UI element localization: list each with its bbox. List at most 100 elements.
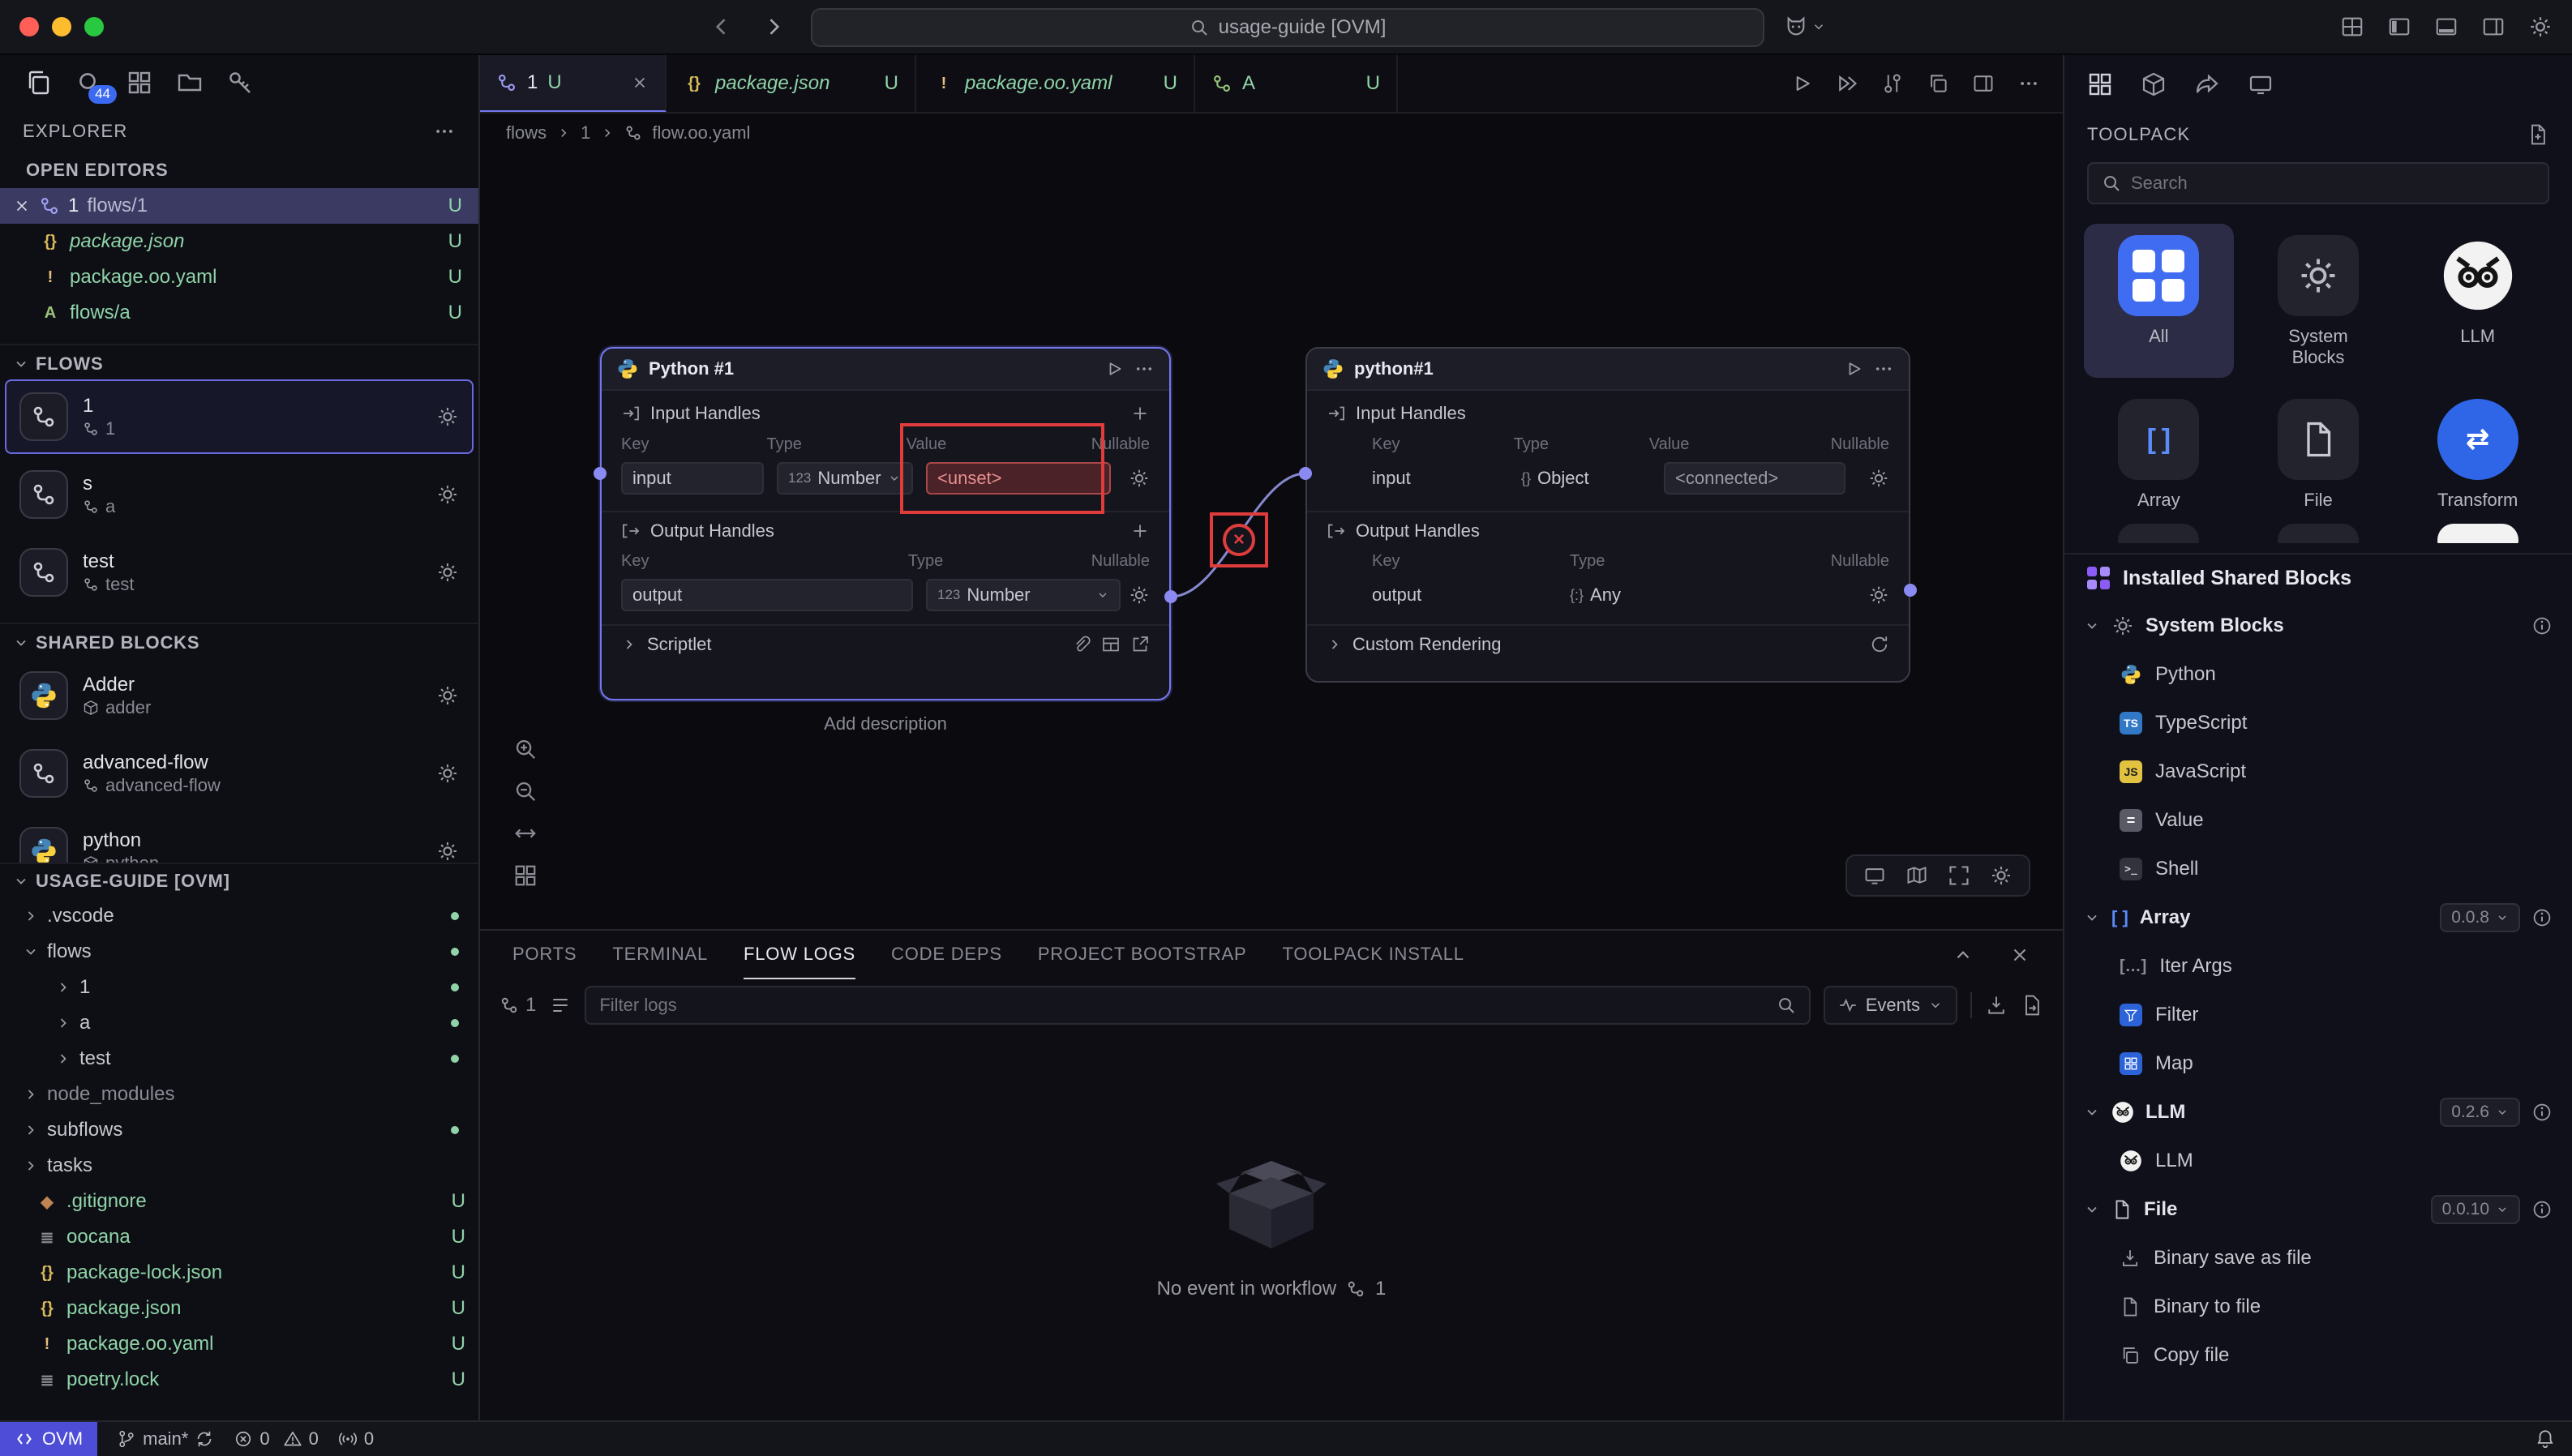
shared-block-python[interactable]: python python [5,814,474,863]
run-icon[interactable] [1790,72,1813,95]
info-icon[interactable] [2531,615,2553,636]
gear-icon[interactable] [1868,468,1889,489]
panel-tab-project-bootstrap[interactable]: PROJECT BOOTSTRAP [1038,931,1247,979]
group-array[interactable]: [ ] Array 0.0.8 [2064,893,2572,942]
tree-folder-node-modules[interactable]: node_modules [0,1077,478,1112]
run-all-icon[interactable] [1836,72,1858,95]
open-editor-item[interactable]: ! package.oo.yaml U [0,259,478,295]
node-header[interactable]: python#1 [1307,349,1909,391]
ellipsis-icon[interactable] [2017,72,2040,95]
tree-folder-1[interactable]: 1 [0,970,478,1005]
tree-file-oocana[interactable]: ≣oocanaU [0,1219,478,1255]
node-header[interactable]: Python #1 [602,349,1169,391]
tree-file-package-oo-yaml[interactable]: !package.oo.yamlU [0,1326,478,1362]
forward-icon[interactable] [762,15,785,38]
flow-canvas[interactable]: Python #1 Input Handles Key Type Value N… [480,152,2063,929]
tree-folder-subflows[interactable]: subflows [0,1112,478,1148]
close-icon[interactable] [631,74,649,92]
tree-folder-test[interactable]: test [0,1041,478,1077]
gear-icon[interactable] [1990,864,2013,887]
log-list-icon[interactable] [549,994,572,1017]
monitor-icon[interactable] [1863,864,1886,887]
tree-file-gitignore[interactable]: ◆.gitignoreU [0,1184,478,1219]
gear-icon[interactable] [1868,585,1889,606]
node-python-1[interactable]: Python #1 Input Handles Key Type Value N… [600,347,1171,700]
share-icon[interactable] [2194,71,2220,97]
key-input-field[interactable]: input [621,462,764,495]
plus-icon[interactable] [1130,404,1150,423]
block-binary-save-as-file[interactable]: Binary save as file [2064,1234,2572,1283]
minimap-icon[interactable] [506,856,545,895]
explorer-more-icon[interactable] [433,120,456,143]
expand-icon[interactable] [1948,864,1970,887]
version-select[interactable]: 0.2.6 [2440,1098,2520,1127]
close-icon[interactable] [2009,944,2030,966]
chevron-down-icon[interactable] [13,873,29,889]
play-icon[interactable] [1844,359,1863,379]
gear-icon[interactable] [1129,468,1150,489]
layout-grid-icon[interactable] [2340,15,2364,39]
breadcrumb-1[interactable]: 1 [581,122,590,143]
breadcrumb-flows[interactable]: flows [506,122,547,143]
flow-item-s[interactable]: s a [5,457,474,532]
block-copy-file[interactable]: Copy file [2064,1331,2572,1380]
settings-gear-icon[interactable] [2528,15,2553,39]
branch-indicator[interactable]: main* [107,1428,224,1450]
tab-package-json[interactable]: {} package.json U [667,55,916,112]
group-file[interactable]: File 0.0.10 [2064,1185,2572,1234]
tree-folder-flows[interactable]: flows [0,934,478,970]
folder-icon[interactable] [177,70,203,96]
open-log-file-icon[interactable] [2021,994,2043,1017]
files-icon[interactable] [26,70,52,96]
zoom-in-icon[interactable] [506,730,545,769]
block-typescript[interactable]: TSTypeScript [2064,699,2572,747]
refresh-icon[interactable] [1870,635,1889,654]
chevron-down-icon[interactable] [13,635,29,651]
chevron-right-icon[interactable] [1327,636,1343,653]
minimize-window-button[interactable] [52,17,71,36]
block-filter[interactable]: Filter [2064,991,2572,1039]
tree-file-package-json[interactable]: {}package.jsonU [0,1291,478,1326]
block-shell[interactable]: >_Shell [2064,845,2572,893]
table-icon[interactable] [1101,635,1121,654]
block-map[interactable]: Map [2064,1039,2572,1088]
fit-width-icon[interactable] [506,814,545,853]
info-icon[interactable] [2531,1102,2553,1123]
panel-tab-flow-logs[interactable]: FLOW LOGS [744,931,855,979]
gear-icon[interactable] [436,684,459,707]
gear-icon[interactable] [436,840,459,863]
problems-indicator[interactable]: 0 0 [224,1428,328,1450]
block-binary-to-file[interactable]: Binary to file [2064,1283,2572,1331]
events-filter-select[interactable]: Events [1824,986,1957,1025]
blocks-icon[interactable] [126,70,152,96]
type-select[interactable]: 123 Number [926,579,1121,611]
info-icon[interactable] [2531,907,2553,928]
block-iter-args[interactable]: […]Iter Args [2064,942,2572,991]
command-center-search[interactable]: usage-guide [OVM] [811,8,1764,47]
panel-tab-ports[interactable]: PORTS [512,931,577,979]
gear-icon[interactable] [436,405,459,428]
open-editor-item[interactable]: {} package.json U [0,224,478,259]
chevron-up-icon[interactable] [1953,944,1974,966]
maximize-window-button[interactable] [84,17,104,36]
plus-icon[interactable] [1130,521,1150,541]
tab-flow-1[interactable]: 1 U [480,55,667,112]
back-icon[interactable] [710,15,733,38]
panel-tab-terminal[interactable]: TERMINAL [612,931,708,979]
panel-right-icon[interactable] [2481,15,2506,39]
block-value[interactable]: =Value [2064,796,2572,845]
key-icon[interactable] [227,70,253,96]
ports-indicator[interactable]: 0 [328,1428,384,1450]
zoom-out-icon[interactable] [506,772,545,811]
panel-tab-toolpack-install[interactable]: TOOLPACK INSTALL [1283,931,1464,979]
ellipsis-icon[interactable] [1134,358,1155,379]
close-window-button[interactable] [19,17,39,36]
flow-scope-selector[interactable]: 1 [499,994,536,1017]
tab-package-oo-yaml[interactable]: ! package.oo.yaml U [916,55,1195,112]
duplicate-icon[interactable] [1927,72,1949,95]
preview-icon[interactable] [2248,71,2274,97]
panel-tab-code-deps[interactable]: CODE DEPS [891,931,1002,979]
close-icon[interactable] [13,197,31,215]
split-editor-icon[interactable] [1972,72,1995,95]
group-system-blocks[interactable]: System Blocks [2064,602,2572,650]
